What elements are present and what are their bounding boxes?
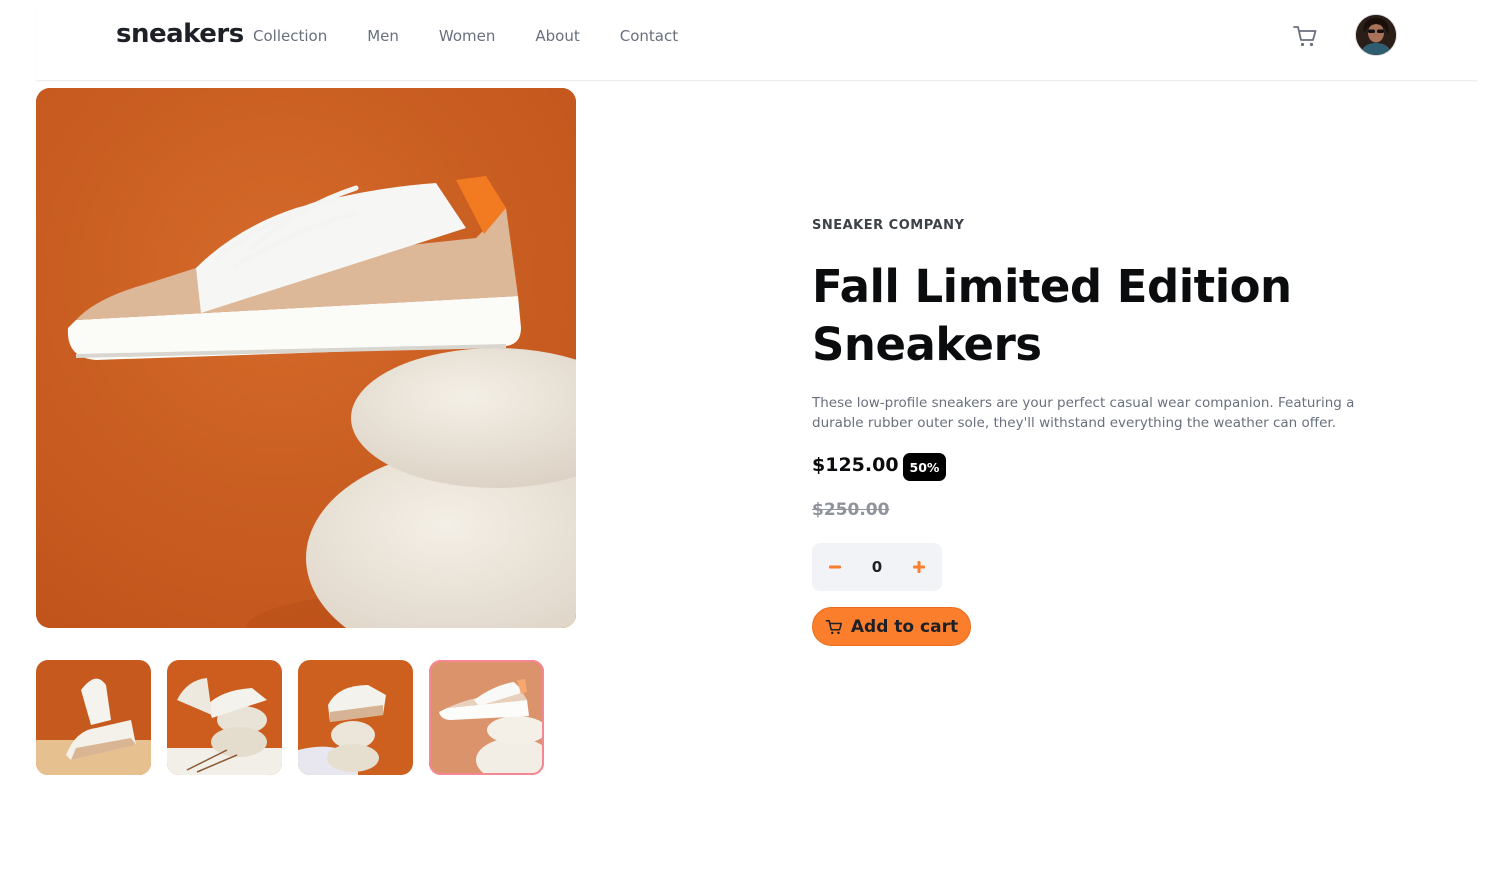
thumbnail-1-image xyxy=(36,660,151,775)
discount-badge: 50% xyxy=(903,453,946,481)
thumbnail-2[interactable] xyxy=(167,660,282,775)
product-description: These low-profile sneakers are your perf… xyxy=(812,395,1355,431)
minus-icon xyxy=(829,565,841,569)
nav-link-collection[interactable]: Collection xyxy=(253,26,327,46)
thumbnail-1[interactable] xyxy=(36,660,151,775)
nav-link-about[interactable]: About xyxy=(535,26,579,46)
nav-link-contact[interactable]: Contact xyxy=(620,26,678,46)
add-to-cart-label: Add to cart xyxy=(850,616,959,637)
increase-quantity-button[interactable] xyxy=(908,556,930,578)
product-title-line1: Fall Limited Edition xyxy=(812,260,1292,313)
product-title: Fall Limited Edition Sneakers xyxy=(812,258,1372,374)
original-price: $250.00 xyxy=(812,500,890,520)
add-to-cart-button[interactable]: Add to cart xyxy=(812,607,971,646)
cart-icon xyxy=(825,619,842,634)
thumbnail-2-image xyxy=(167,660,282,775)
thumbnail-4-image xyxy=(429,660,544,775)
nav-link-women[interactable]: Women xyxy=(439,26,495,46)
site-header: sneakers Collection Men Women About Cont… xyxy=(36,0,1477,81)
logo[interactable]: sneakers xyxy=(116,19,244,49)
current-price: $125.00 xyxy=(812,454,899,476)
avatar-image xyxy=(1356,15,1396,55)
nav-link-men[interactable]: Men xyxy=(367,26,399,46)
thumbnail-4[interactable] xyxy=(429,660,544,775)
main-product-image[interactable] xyxy=(36,88,576,628)
sneaker-image xyxy=(36,88,576,628)
product-title-line2: Sneakers xyxy=(812,318,1042,371)
quantity-stepper: 0 xyxy=(812,543,942,591)
cart-icon xyxy=(1293,26,1317,47)
plus-icon xyxy=(913,561,925,573)
thumbnail-strip xyxy=(36,660,560,775)
cart-button[interactable] xyxy=(1292,23,1318,49)
quantity-value: 0 xyxy=(871,558,883,576)
main-nav: Collection Men Women About Contact xyxy=(253,26,718,46)
thumbnail-3-image xyxy=(298,660,413,775)
decrease-quantity-button[interactable] xyxy=(824,556,846,578)
thumbnail-3[interactable] xyxy=(298,660,413,775)
user-avatar[interactable] xyxy=(1356,15,1396,55)
company-name: SNEAKER COMPANY xyxy=(812,218,965,233)
